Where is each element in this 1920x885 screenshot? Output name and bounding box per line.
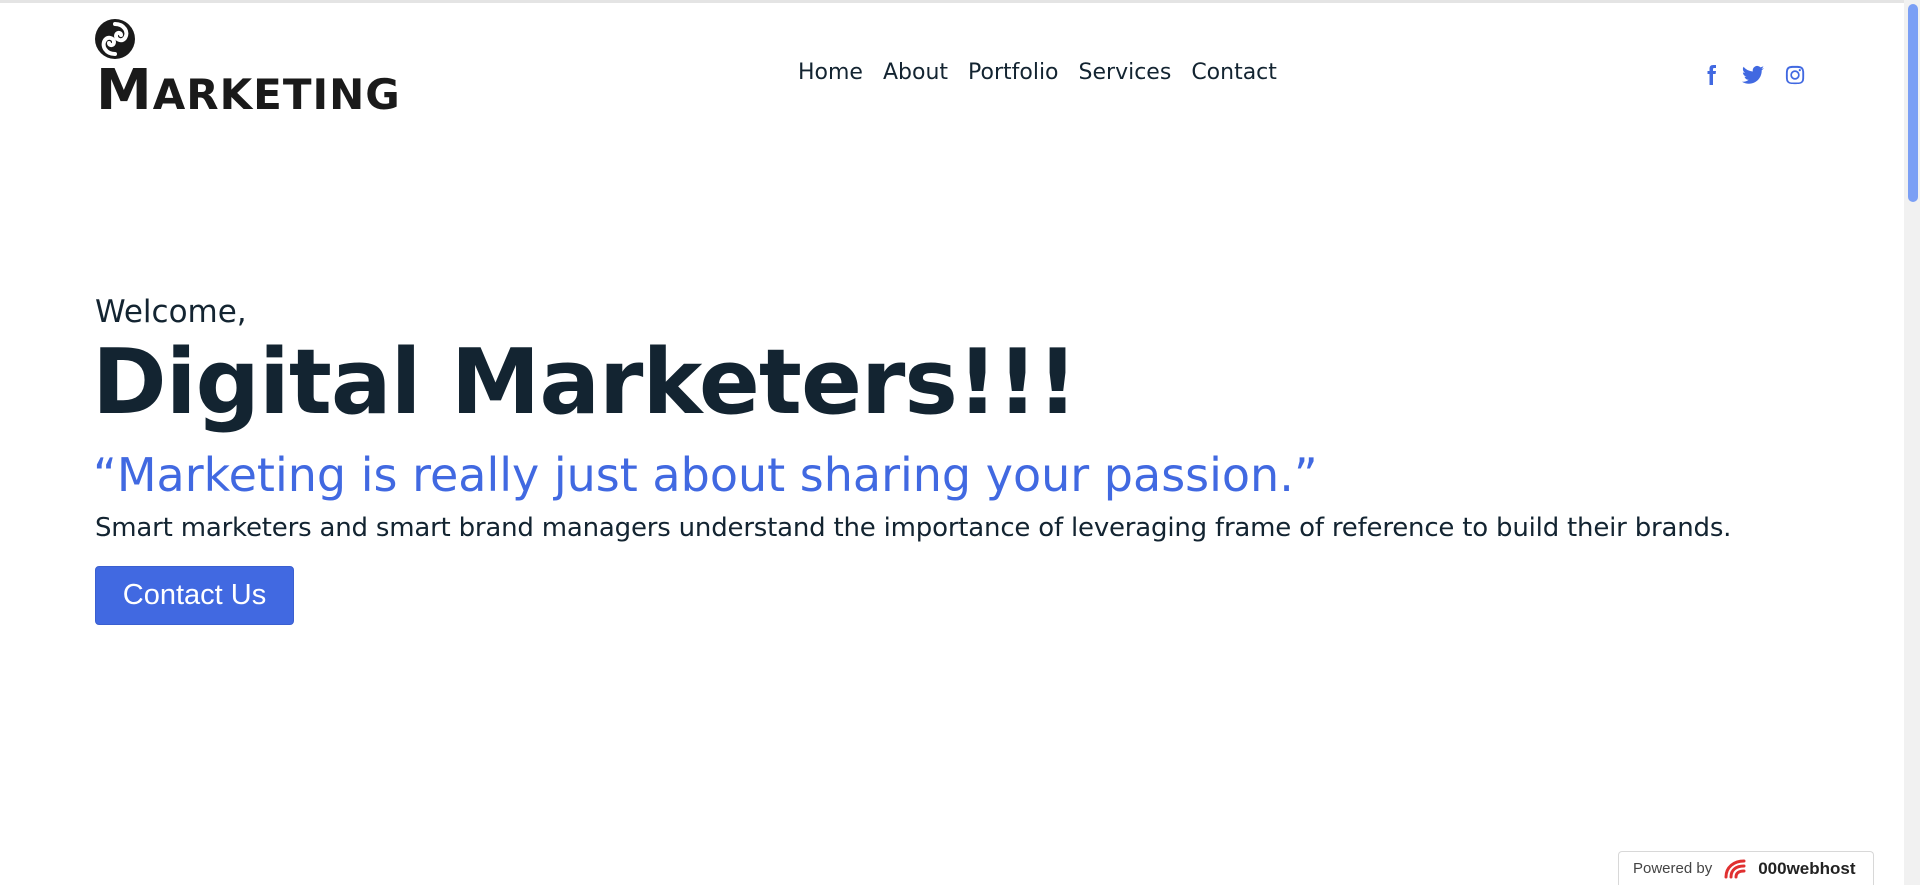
hero-headline: Digital Marketers!!! xyxy=(92,330,1078,435)
nav-contact[interactable]: Contact xyxy=(1191,60,1277,85)
logo-text-rest: ARKETING xyxy=(152,70,401,119)
social-links xyxy=(1698,62,1808,88)
twitter-icon[interactable] xyxy=(1740,62,1766,88)
webhost-logo-icon xyxy=(1724,859,1746,878)
nav-home[interactable]: Home xyxy=(798,60,863,85)
nav-services[interactable]: Services xyxy=(1079,60,1172,85)
welcome-text: Welcome, xyxy=(95,294,247,330)
scrollbar-thumb[interactable] xyxy=(1908,4,1918,202)
hero-quote: “Marketing is really just about sharing … xyxy=(93,448,1318,502)
logo-swirl-icon xyxy=(95,19,135,59)
powered-by-label: Powered by xyxy=(1633,860,1713,877)
main-nav: Home About Portfolio Services Contact xyxy=(798,60,1297,85)
top-border xyxy=(0,0,1920,3)
logo-text-initial: M xyxy=(96,58,153,123)
scrollbar[interactable] xyxy=(1904,0,1920,885)
instagram-icon[interactable] xyxy=(1782,62,1808,88)
nav-about[interactable]: About xyxy=(883,60,948,85)
hero-description: Smart marketers and smart brand managers… xyxy=(95,513,1732,543)
contact-us-button[interactable]: Contact Us xyxy=(95,566,294,625)
logo-text: MARKETING xyxy=(96,58,401,123)
powered-by-badge[interactable]: Powered by 000webhost xyxy=(1618,851,1874,885)
facebook-icon[interactable] xyxy=(1698,62,1724,88)
nav-portfolio[interactable]: Portfolio xyxy=(968,60,1059,85)
webhost-name: 000webhost xyxy=(1758,858,1856,878)
